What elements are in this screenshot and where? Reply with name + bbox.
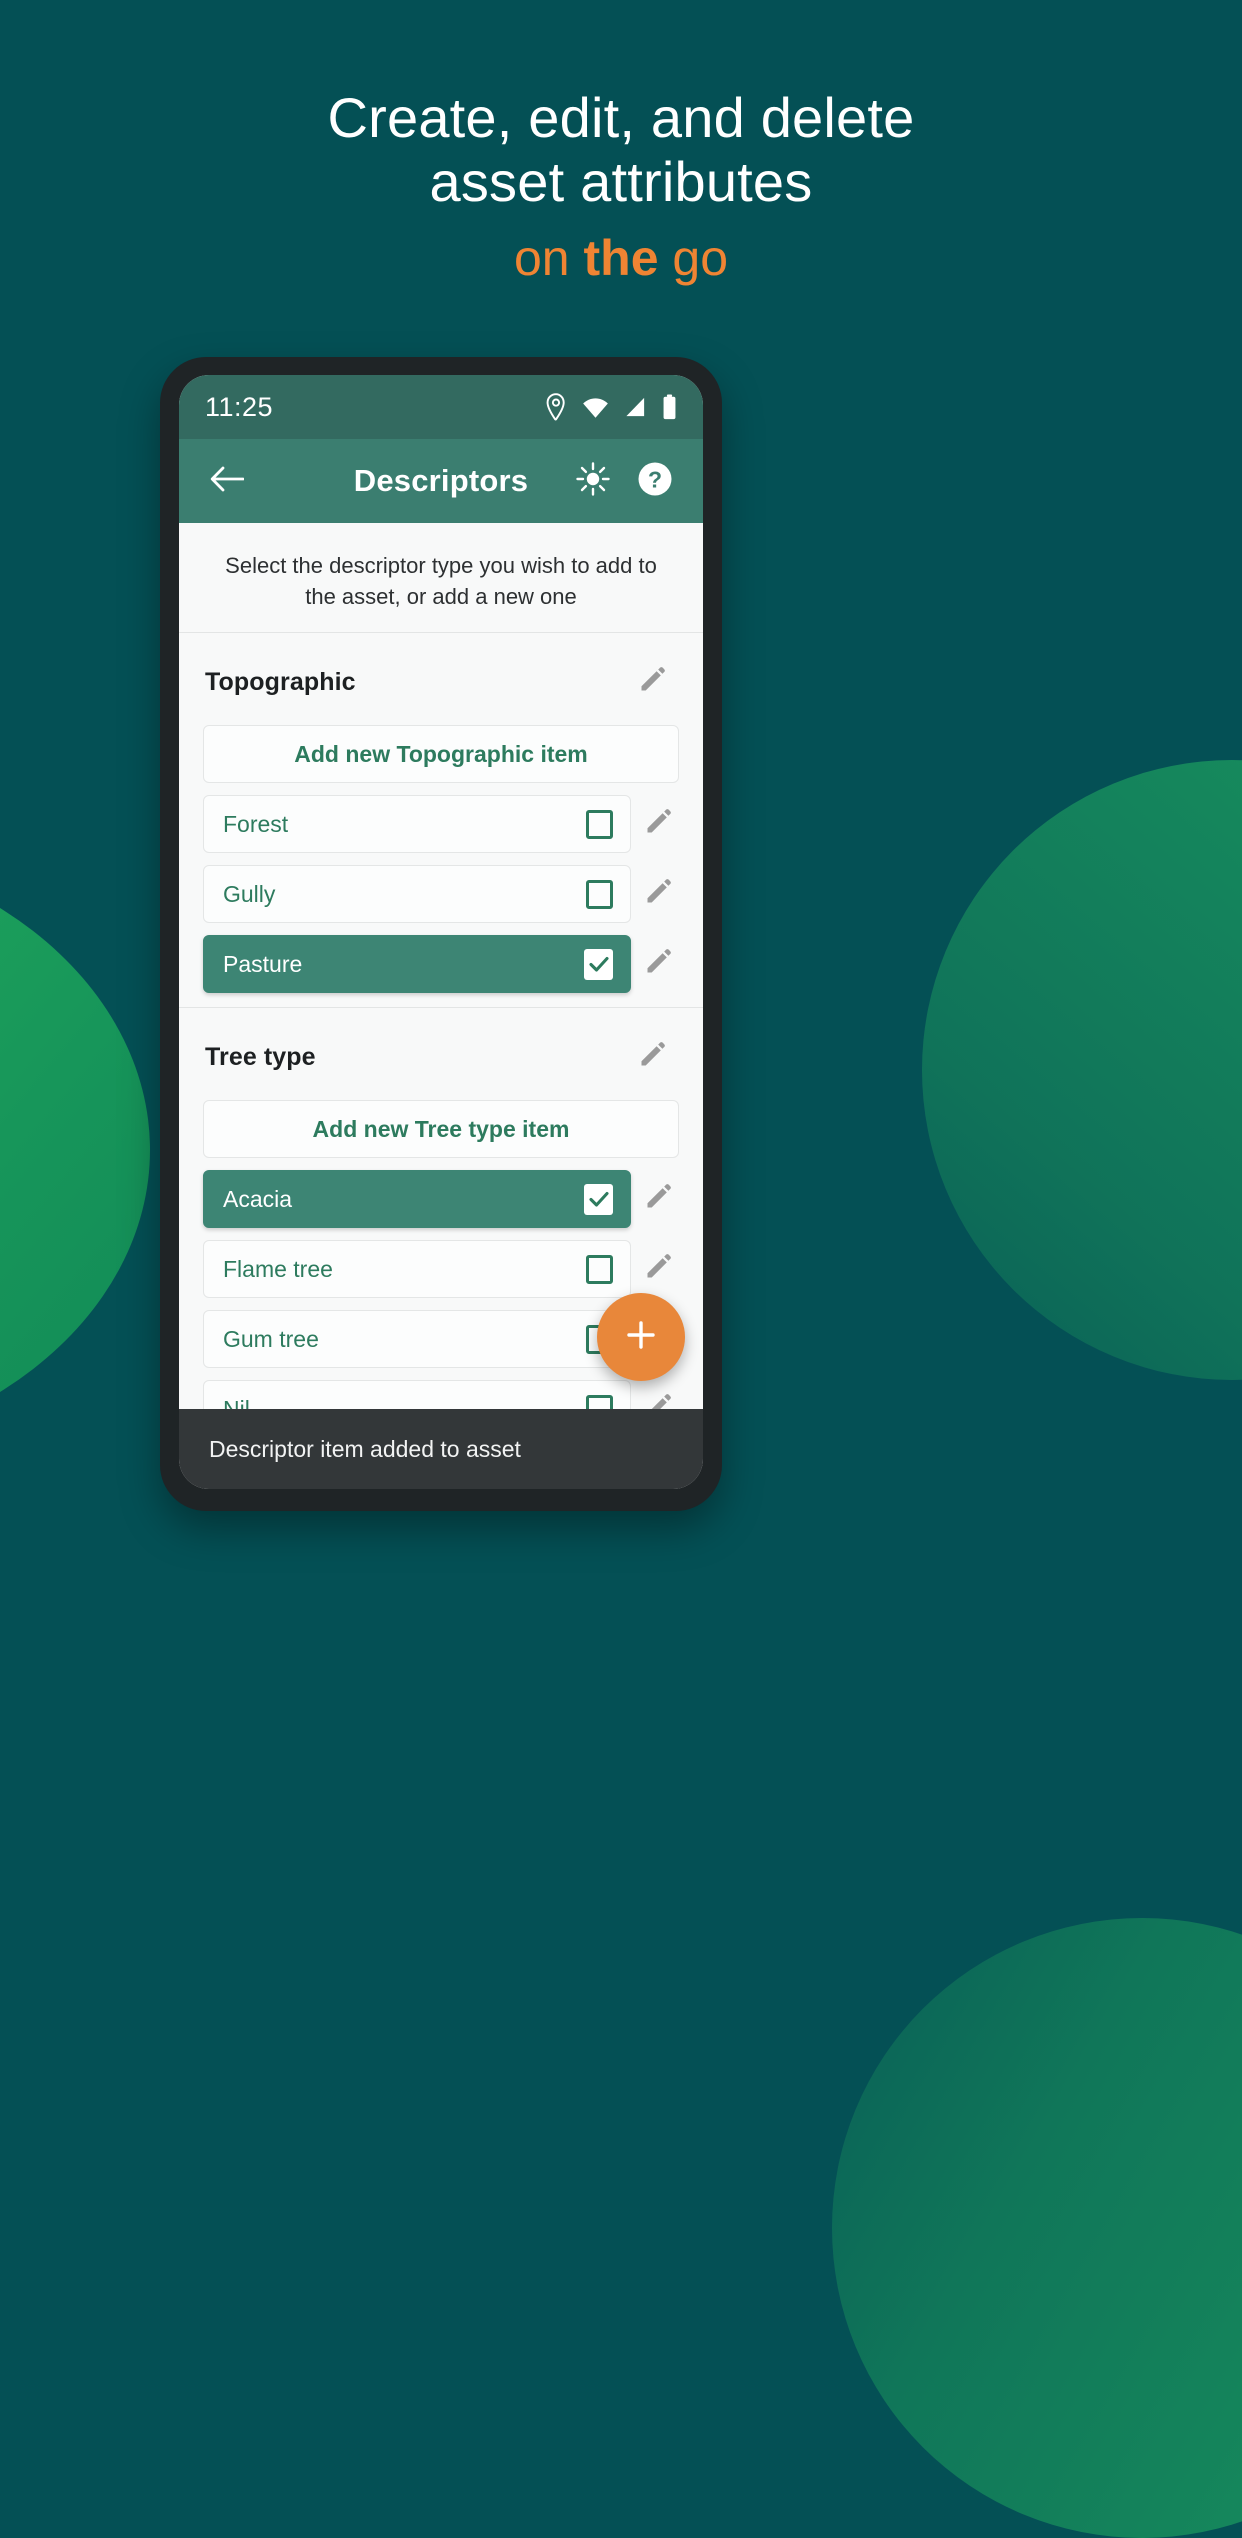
group-header: Topographic (179, 633, 703, 719)
intro-text: Select the descriptor type you wish to a… (225, 553, 657, 609)
wifi-icon (582, 395, 609, 419)
background-shape-right-bottom (832, 1918, 1242, 2538)
edit-item-button[interactable] (631, 1242, 685, 1296)
app-bar-actions: ? (567, 455, 681, 507)
checkbox-checked[interactable] (584, 948, 613, 980)
phone-mockup: 11:25 Descriptors ? Select the descripto… (160, 357, 722, 1511)
add-new-item-button[interactable]: Add new Topographic item (203, 725, 679, 783)
edit-item-button[interactable] (631, 797, 685, 851)
snackbar: Descriptor item added to asset (179, 1409, 703, 1489)
descriptor-list[interactable]: Select the descriptor type you wish to a… (179, 523, 703, 1409)
descriptor-item-label: Forest (223, 810, 289, 837)
app-bar: Descriptors ? (179, 439, 703, 523)
promo-line-2: asset attributes (429, 150, 813, 213)
pencil-icon (643, 1392, 673, 1409)
edit-item-button[interactable] (631, 1172, 685, 1226)
add-descriptor-fab[interactable] (597, 1293, 685, 1381)
plus-icon (623, 1317, 659, 1358)
descriptor-item-row: Nil (203, 1380, 685, 1409)
descriptor-item-chip[interactable]: Forest (203, 795, 631, 853)
descriptor-item-row: Pasture (203, 935, 685, 993)
battery-icon (662, 394, 677, 420)
edit-item-button[interactable] (631, 867, 685, 921)
descriptor-group: Topographic Add new Topographic item For… (179, 633, 703, 1007)
descriptor-item-chip[interactable]: Acacia (203, 1170, 631, 1228)
group-title: Tree type (205, 1042, 316, 1071)
svg-text:?: ? (648, 466, 662, 492)
pencil-icon (643, 807, 673, 842)
descriptor-item-checkbox[interactable] (586, 809, 613, 839)
promo-accent-line: on the go (0, 228, 1242, 288)
promo-headline: Create, edit, and delete asset attribute… (0, 86, 1242, 288)
descriptor-item-checkbox[interactable] (586, 1254, 613, 1284)
background-shape-right-top (922, 760, 1242, 1380)
descriptor-item-checkbox[interactable] (584, 1183, 613, 1215)
group-title: Topographic (205, 667, 356, 696)
arrow-back-icon (210, 465, 245, 498)
checkbox-unchecked[interactable] (586, 809, 613, 839)
checkbox-unchecked[interactable] (586, 879, 613, 909)
pencil-icon (643, 877, 673, 912)
back-button[interactable] (201, 455, 253, 507)
descriptor-item-checkbox[interactable] (586, 879, 613, 909)
descriptor-item-row: Gully (203, 865, 685, 923)
descriptor-item-label: Gum tree (223, 1325, 319, 1352)
descriptor-item-label: Flame tree (223, 1255, 333, 1282)
checkbox-unchecked[interactable] (586, 1394, 613, 1409)
add-new-item-button[interactable]: Add new Tree type item (203, 1100, 679, 1158)
pencil-icon (637, 1040, 667, 1075)
edit-item-button[interactable] (631, 1382, 685, 1409)
promo-line-1: Create, edit, and delete (327, 86, 915, 149)
checkbox-unchecked[interactable] (586, 1254, 613, 1284)
pencil-icon (643, 1182, 673, 1217)
descriptor-item-label: Pasture (223, 950, 303, 977)
help-button[interactable]: ? (629, 455, 681, 507)
descriptor-item-row: Acacia (203, 1170, 685, 1228)
descriptor-item-chip[interactable]: Gully (203, 865, 631, 923)
descriptor-item-label: Acacia (223, 1185, 293, 1212)
descriptor-item-chip[interactable]: Gum tree (203, 1310, 631, 1368)
phone-screen: 11:25 Descriptors ? Select the descripto… (179, 375, 703, 1489)
descriptor-item-checkbox[interactable] (584, 948, 613, 980)
location-pin-icon (545, 393, 567, 421)
edit-item-button[interactable] (631, 937, 685, 991)
pencil-icon (643, 947, 673, 982)
pencil-icon (643, 1252, 673, 1287)
background-shape-left (0, 840, 150, 1460)
promo-accent-post: go (658, 230, 729, 286)
descriptor-item-checkbox[interactable] (586, 1394, 613, 1409)
descriptor-item-row: Flame tree (203, 1240, 685, 1298)
descriptor-item-chip[interactable]: Nil (203, 1380, 631, 1409)
promo-accent-bold: the (583, 230, 659, 286)
brightness-sun-icon (575, 461, 611, 502)
status-bar-clock: 11:25 (205, 391, 274, 422)
descriptor-item-chip[interactable]: Pasture (203, 935, 631, 993)
pencil-icon (637, 665, 667, 700)
status-bar-icons (545, 393, 677, 421)
edit-group-button[interactable] (625, 655, 679, 709)
descriptor-item-row: Forest (203, 795, 685, 853)
descriptor-item-label: Nil (223, 1395, 250, 1410)
help-circle-icon: ? (636, 460, 674, 503)
descriptor-item-chip[interactable]: Flame tree (203, 1240, 631, 1298)
checkbox-checked[interactable] (584, 1183, 613, 1215)
promo-accent-pre: on (513, 230, 584, 286)
snackbar-message: Descriptor item added to asset (209, 1435, 521, 1462)
brightness-button[interactable] (567, 455, 619, 507)
edit-group-button[interactable] (625, 1030, 679, 1084)
group-header: Tree type (179, 1008, 703, 1094)
signal-icon (624, 395, 647, 419)
descriptor-item-label: Gully (223, 880, 276, 907)
descriptor-groups: Topographic Add new Topographic item For… (179, 632, 703, 1409)
status-bar: 11:25 (179, 375, 703, 439)
